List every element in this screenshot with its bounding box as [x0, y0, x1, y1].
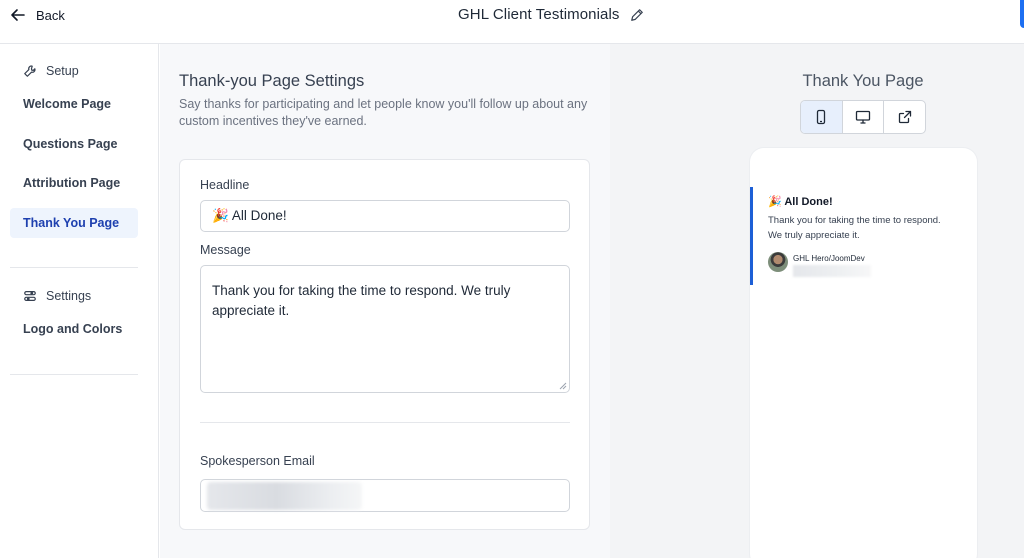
publish-button-edge[interactable]	[1020, 0, 1024, 28]
settings-panel: Thank-you Page Settings Say thanks for p…	[160, 44, 610, 558]
external-link-icon	[898, 110, 911, 124]
preview-thank-you-block: 🎉 All Done! Thank you for taking the tim…	[750, 187, 950, 285]
sidebar-item-label: Logo and Colors	[23, 322, 123, 336]
headline-value: 🎉 All Done!	[212, 208, 287, 223]
page-title-group: GHL Client Testimonials	[458, 6, 644, 23]
open-in-new-tab-button[interactable]	[884, 101, 925, 133]
sidebar-item-thank-you-page[interactable]: Thank You Page	[10, 208, 138, 238]
sidebar-section-label: Setup	[46, 64, 79, 78]
desktop-icon	[855, 110, 871, 124]
arrow-left-icon	[11, 9, 25, 21]
wrench-icon	[24, 65, 36, 77]
device-toggle	[800, 100, 926, 134]
sidebar-item-welcome-page[interactable]: Welcome Page	[10, 89, 138, 119]
sidebar-item-attribution-page[interactable]: Attribution Page	[10, 168, 138, 198]
preview-title: Thank You Page	[802, 72, 924, 90]
preview-headline: 🎉 All Done!	[768, 196, 833, 208]
back-label: Back	[36, 7, 65, 23]
spokesperson-email-label: Spokesperson Email	[200, 454, 315, 468]
top-bar: Back GHL Client Testimonials	[0, 0, 1024, 44]
sidebar-item-label: Questions Page	[23, 137, 118, 151]
desktop-view-button[interactable]	[843, 101, 885, 133]
message-label: Message	[200, 243, 251, 257]
edit-title-icon[interactable]	[630, 8, 644, 22]
mobile-view-button[interactable]	[801, 101, 843, 133]
sidebar-section-setup: Setup	[23, 64, 79, 78]
preview-message: Thank you for taking the time to respond…	[768, 215, 941, 241]
page-title: GHL Client Testimonials	[458, 6, 620, 23]
back-button[interactable]: Back	[10, 6, 65, 24]
preview-spokesperson: GHL Hero/JoomDev	[768, 252, 950, 277]
headline-label: Headline	[200, 178, 250, 192]
sidebar: Setup Welcome Page Questions Page Attrib…	[0, 44, 159, 558]
headline-input[interactable]: 🎉 All Done!	[200, 200, 570, 232]
sidebar-item-questions-page[interactable]: Questions Page	[10, 129, 138, 159]
sidebar-section-settings: Settings	[23, 289, 91, 303]
settings-card: Headline 🎉 All Done! Message Thank you f…	[179, 159, 590, 530]
sidebar-item-label: Welcome Page	[23, 97, 112, 111]
settings-description: Say thanks for participating and let peo…	[179, 97, 588, 128]
redacted-email-value	[207, 481, 362, 510]
avatar	[768, 252, 788, 272]
sidebar-item-logo-and-colors[interactable]: Logo and Colors	[10, 314, 138, 344]
preview-person-name: GHL Hero/JoomDev	[793, 254, 865, 263]
resize-handle-icon[interactable]	[559, 382, 567, 390]
sidebar-item-label: Attribution Page	[23, 176, 121, 190]
sliders-icon	[24, 291, 36, 301]
settings-heading: Thank-you Page Settings	[179, 72, 365, 90]
mobile-icon	[817, 109, 826, 125]
sidebar-divider	[10, 267, 138, 268]
preview-panel: Thank You Page 🎉 All Done! Thank you for…	[610, 44, 1024, 558]
mobile-preview-frame: 🎉 All Done! Thank you for taking the tim…	[750, 148, 977, 558]
message-textarea[interactable]: Thank you for taking the time to respond…	[200, 265, 570, 393]
sidebar-section-label: Settings	[46, 289, 92, 303]
card-divider	[200, 422, 570, 423]
spokesperson-email-select[interactable]	[200, 479, 570, 512]
sidebar-item-label: Thank You Page	[23, 216, 120, 230]
redacted-person-detail	[793, 265, 871, 277]
message-value: Thank you for taking the time to respond…	[212, 283, 511, 318]
sidebar-divider	[10, 374, 138, 375]
